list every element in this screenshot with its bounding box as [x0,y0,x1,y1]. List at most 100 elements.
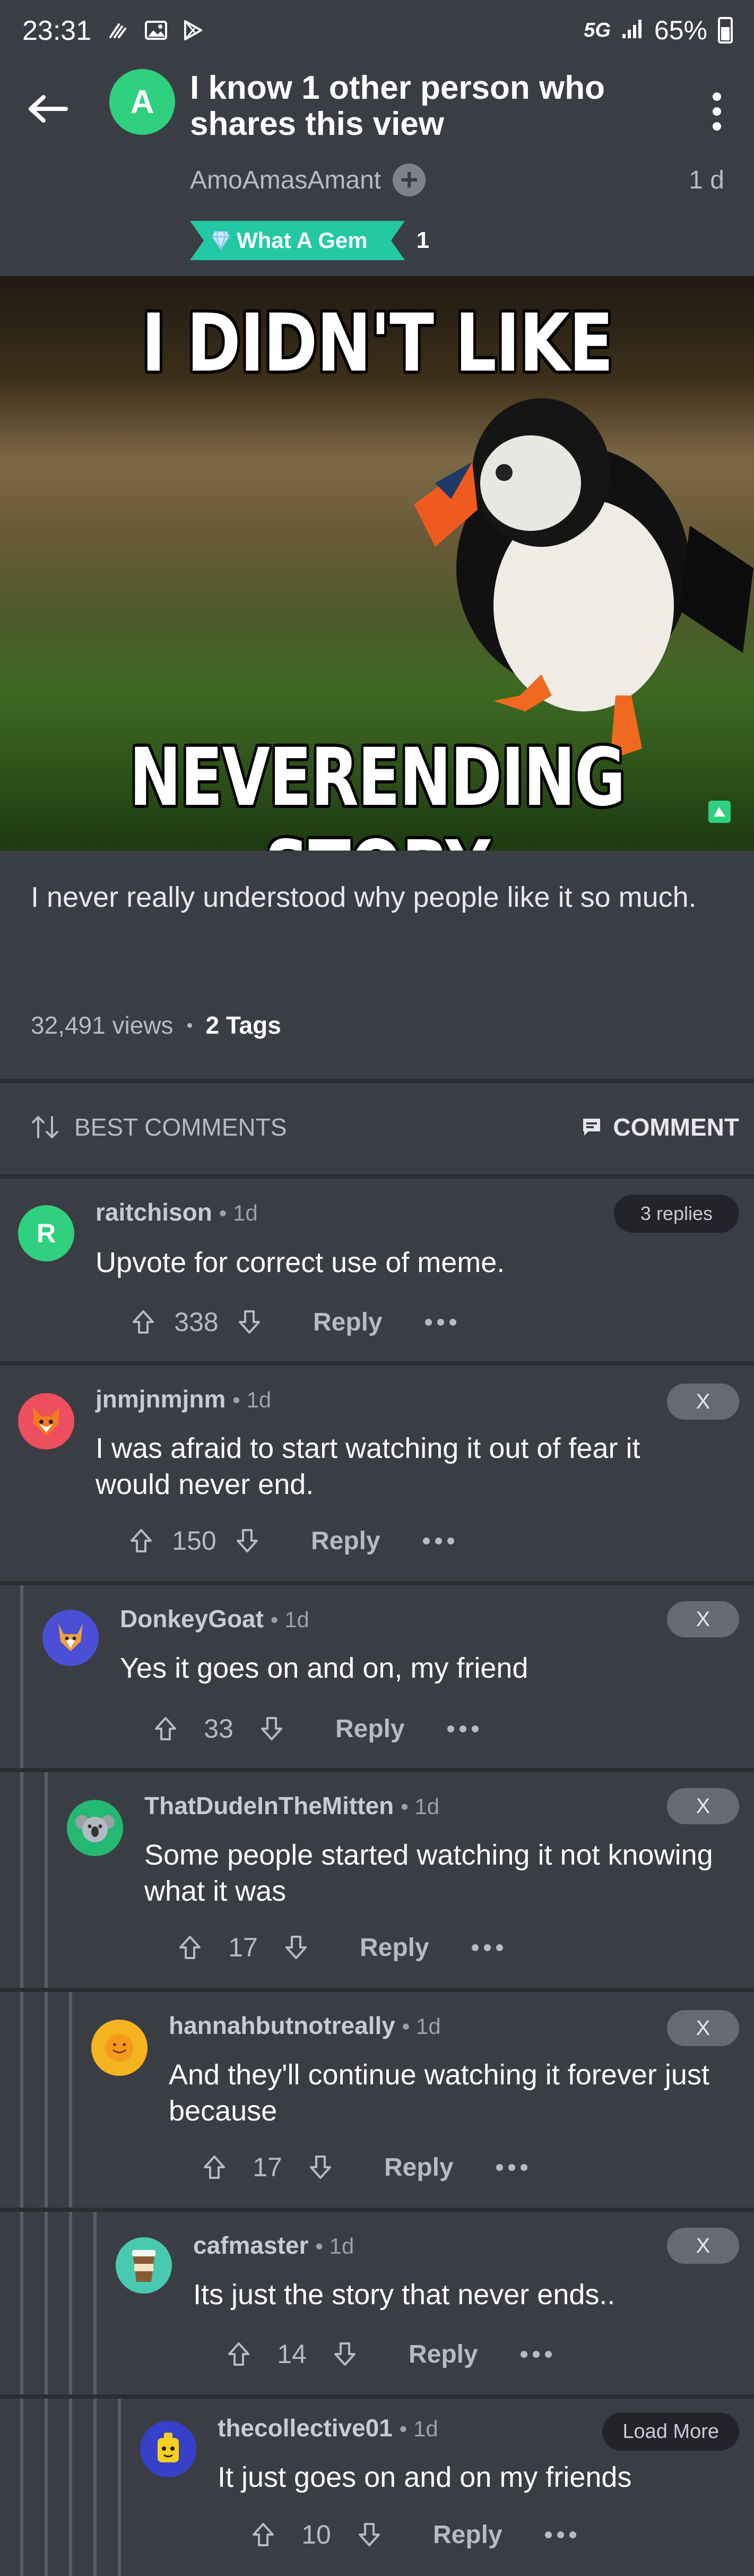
more-options-button[interactable] [701,82,733,141]
downvote-icon[interactable] [329,2338,361,2370]
thread-line [118,2399,121,2576]
comment-username[interactable]: DonkeyGoat • 1d [120,1604,309,1633]
reply-button[interactable]: Reply [311,1526,380,1556]
meme-bottom-text: NEVERENDING STORY [129,732,626,851]
collapse-button[interactable]: X [667,2010,739,2046]
thread-line [20,1772,23,1992]
downvote-icon[interactable] [280,1931,312,1963]
thread-line [69,2399,72,2576]
comment-username[interactable]: thecollective01 • 1d [218,2414,438,2442]
collapse-button[interactable]: X [667,1788,739,1824]
award-row: What A Gem 1 [190,221,429,260]
comment-text: And they'll continue watching it forever… [169,2059,709,2127]
fox-avatar-icon[interactable] [18,1393,74,1449]
downvote-icon[interactable] [233,1306,265,1338]
view-count: 32,491 views [31,1011,174,1039]
award-label: What A Gem [237,228,368,253]
collapse-button[interactable]: X [667,2228,739,2264]
tags-link[interactable]: 2 Tags [206,1011,281,1040]
reply-button[interactable]: Reply [433,2520,502,2549]
more-dots-icon[interactable] [471,1944,503,1951]
comment-username[interactable]: jnmjnmjnm • 1d [96,1385,271,1413]
post-image[interactable]: I DIDN'T LIKE NEVERENDING STORY [0,276,754,851]
comment-label: COMMENT [613,1113,739,1141]
post-author[interactable]: AmoAmasAmant [190,166,381,195]
sun-avatar-icon[interactable] [91,2020,148,2076]
downvote-icon[interactable] [256,1713,288,1745]
separator-dot [187,1023,192,1028]
reply-button[interactable]: Reply [313,1308,383,1337]
replies-count-button[interactable]: 3 replies [613,1195,739,1233]
upvote-icon[interactable] [198,2151,230,2183]
comment-username[interactable]: hannahbutnotreally • 1d [169,2011,441,2040]
upvote-icon[interactable] [150,1713,181,1745]
author-avatar[interactable]: A [109,69,175,135]
post-body: I never really understood why people lik… [0,851,754,1079]
more-dots-icon[interactable] [447,1725,479,1732]
reply-button[interactable]: Reply [409,2340,478,2369]
comment-actions: 338 Reply [127,1306,456,1338]
vote-score: 338 [174,1307,219,1337]
comment-username[interactable]: raitchison • 1d [96,1198,258,1226]
comment-actions: 14 Reply [223,2338,552,2370]
more-dots-icon[interactable] [424,1318,456,1326]
comment-text: Some people started watching it not know… [144,1839,713,1907]
add-comment-button[interactable]: COMMENT [581,1113,739,1141]
downvote-icon[interactable] [353,2519,385,2551]
award-badge[interactable]: What A Gem [190,221,405,260]
reply-button[interactable]: Reply [360,1933,429,1962]
sort-comments-button[interactable]: BEST COMMENTS [31,1113,287,1141]
back-arrow-icon [29,95,68,123]
wifi-calling-icon [106,19,132,41]
comment-time: • 1d [232,1387,272,1412]
thread-line [69,2212,72,2399]
sort-label: BEST COMMENTS [74,1113,287,1141]
image-badge-icon [708,801,731,823]
comment-actions: 10 Reply [247,2519,576,2551]
reply-button[interactable]: Reply [335,1714,405,1744]
comment-username[interactable]: cafmaster • 1d [193,2231,354,2260]
more-dots-icon[interactable] [520,2350,552,2358]
thread-line [45,1772,48,1992]
reply-button[interactable]: Reply [384,2153,454,2182]
thread-line [45,1992,48,2212]
comment-icon [583,1119,601,1136]
back-button[interactable] [16,77,80,141]
corgi-avatar-icon[interactable] [42,1610,99,1666]
comment-actions: 33 Reply [150,1713,479,1745]
downvote-icon[interactable] [305,2151,336,2183]
comment-actions: 17 Reply [174,1931,503,1963]
author-row: AmoAmasAmant + [190,164,426,196]
more-dots-icon[interactable] [422,1537,454,1544]
comment-avatar[interactable]: R [18,1205,74,1261]
vote-score: 14 [277,2339,307,2369]
follow-plus-icon[interactable]: + [393,164,426,196]
koala-avatar-icon[interactable] [67,1800,123,1856]
upvote-icon[interactable] [174,1931,206,1963]
coffee-avatar-icon[interactable] [116,2237,172,2294]
robot-avatar-icon[interactable] [140,2421,196,2477]
comment-username[interactable]: ThatDudeInTheMitten • 1d [144,1791,439,1820]
vote-score: 33 [204,1714,233,1744]
more-dots-icon[interactable] [544,2531,576,2538]
more-dots-icon[interactable] [496,2163,527,2171]
vote-score: 17 [253,2152,282,2182]
upvote-icon[interactable] [127,1306,159,1338]
load-more-button[interactable]: Load More [602,2412,739,2451]
upvote-icon[interactable] [223,2338,255,2370]
upvote-icon[interactable] [247,2519,279,2551]
downvote-icon[interactable] [231,1525,263,1557]
thread-line [93,2399,97,2576]
thread-line [20,1992,23,2212]
collapse-button[interactable]: X [667,1601,739,1637]
comment-actions: 17 Reply [198,2151,527,2183]
comment-item: ThatDudeInTheMitten • 1d X Some people s… [0,1768,754,1992]
thread-line [20,2399,23,2576]
thread-line [93,2212,97,2399]
upvote-icon[interactable] [125,1525,157,1557]
comment-time: • 1d [270,1607,309,1632]
vote-score: 10 [301,2520,331,2549]
collapse-button[interactable]: X [667,1384,739,1420]
gem-icon [211,231,230,251]
comment-time: • 1d [402,2014,441,2039]
